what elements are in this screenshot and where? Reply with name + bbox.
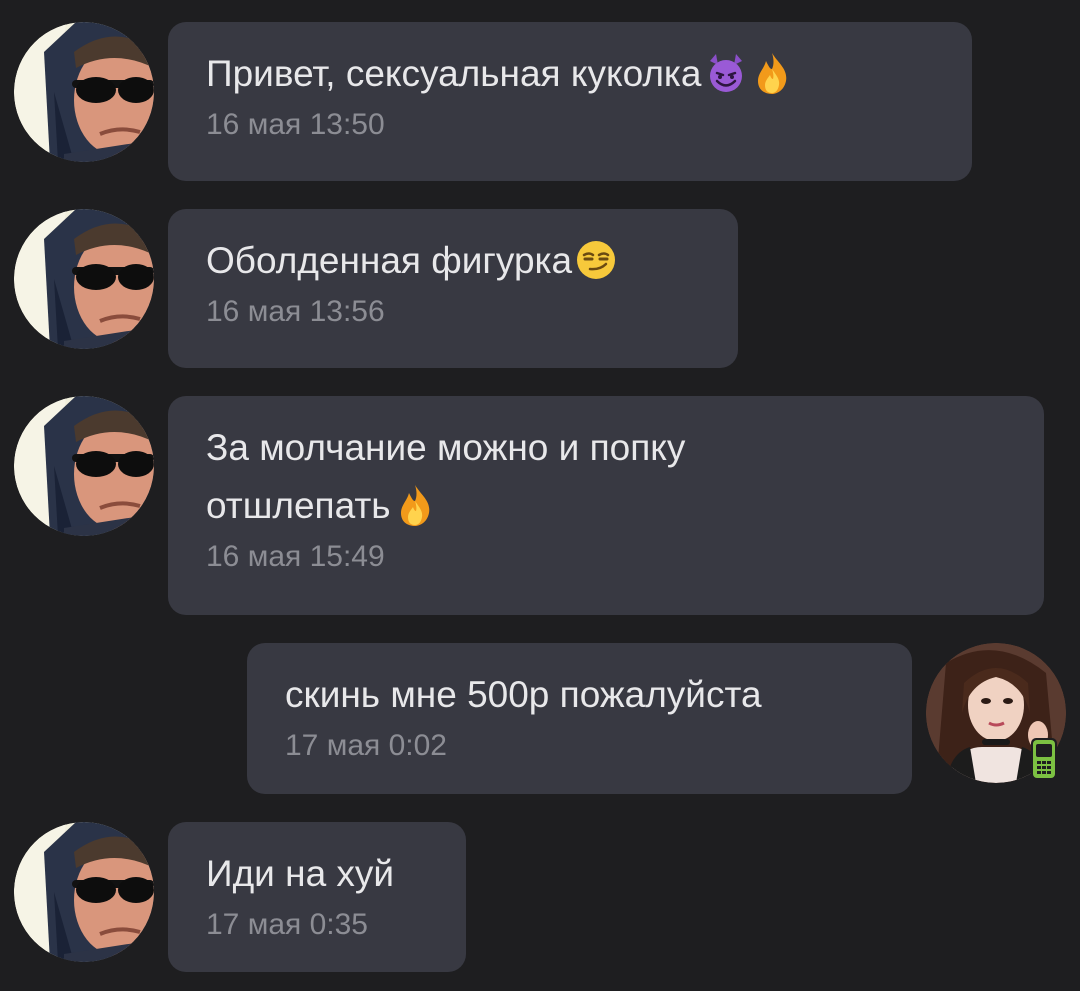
message-timestamp: 16 мая 13:56 [206, 295, 385, 328]
message-timestamp: 16 мая 15:49 [206, 540, 385, 573]
contact-avatar[interactable] [14, 396, 154, 536]
contact-avatar[interactable] [14, 822, 154, 962]
message-bubble[interactable]: Иди на хуй 17 мая 0:35 [168, 822, 466, 972]
message-text-line-1: За молчание можно и попку [206, 427, 686, 468]
message-bubble[interactable]: Привет, сексуальная куколка 16 мая 13:50 [168, 22, 972, 181]
smirking-face-emoji [574, 238, 618, 282]
chat-thread: Привет, сексуальная куколка 16 мая 13:50… [0, 0, 1080, 991]
smiling-devil-emoji [704, 51, 748, 95]
message-text-line-2: отшлепать [206, 474, 1006, 538]
message-timestamp: 16 мая 13:50 [206, 108, 385, 141]
message-bubble[interactable]: Оболденная фигурка 16 мая 13:56 [168, 209, 738, 368]
fire-emoji [393, 483, 437, 527]
message-bubble[interactable]: За молчание можно и попку отшлепать 16 м… [168, 396, 1044, 615]
message-text: скинь мне 500р пожалуйста [285, 674, 762, 715]
message-text: Оболденная фигурка [206, 229, 700, 293]
contact-avatar[interactable] [14, 209, 154, 349]
message-text: Привет, сексуальная куколка [206, 42, 934, 106]
message-timestamp: 17 мая 0:02 [285, 729, 447, 762]
message-timestamp: 17 мая 0:35 [206, 908, 368, 941]
mobile-phone-icon [1030, 737, 1058, 781]
message-bubble-outgoing[interactable]: скинь мне 500р пожалуйста 17 мая 0:02 [247, 643, 912, 794]
fire-emoji [750, 51, 794, 95]
contact-avatar[interactable] [14, 22, 154, 162]
message-text: Иди на хуй [206, 853, 395, 894]
